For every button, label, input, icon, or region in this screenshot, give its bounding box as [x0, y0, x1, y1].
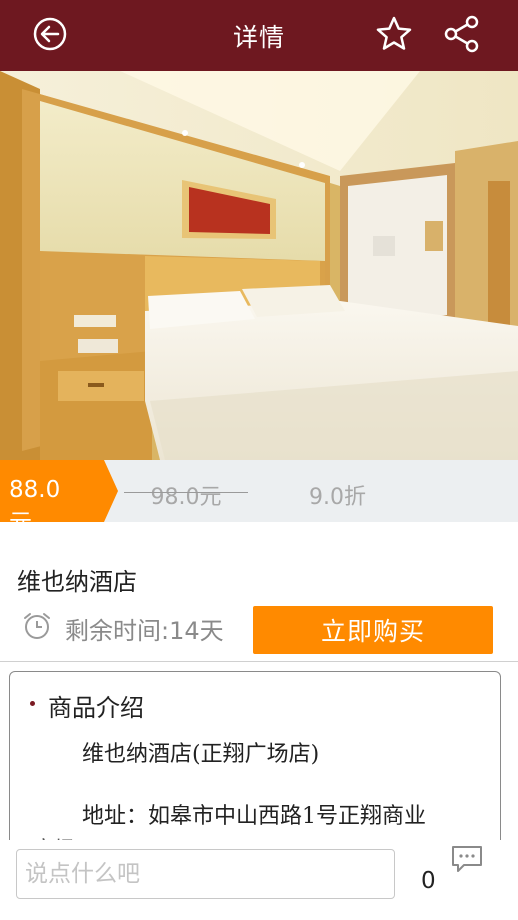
- alarm-clock-icon: [22, 611, 52, 645]
- product-info: 维也纳酒店 剩余时间:14天 立即购买: [0, 522, 518, 662]
- bullet-dot: [30, 701, 35, 706]
- discount-label: 9.0折: [309, 485, 366, 510]
- strikethrough-line: [124, 492, 248, 493]
- hotel-room-photo: [0, 71, 518, 460]
- section-title: 商品介绍: [48, 694, 144, 722]
- original-price: 98.0元: [124, 479, 248, 511]
- description-line: 地址：如皋市中山西路1号正翔商业: [82, 804, 426, 829]
- top-bar: 详情: [0, 0, 518, 71]
- hotel-name: 维也纳酒店: [17, 568, 137, 596]
- price-bar: 88.0元 98.0元 9.0折: [0, 460, 518, 536]
- share-icon[interactable]: [440, 12, 484, 56]
- comment-input[interactable]: [16, 849, 395, 899]
- divider: [0, 661, 518, 662]
- star-icon[interactable]: [372, 12, 416, 56]
- comment-bubble-icon[interactable]: [450, 844, 484, 878]
- remaining-time: 剩余时间:14天: [65, 617, 224, 645]
- original-price-text: 98.0元: [150, 485, 222, 510]
- buy-now-button[interactable]: 立即购买: [253, 606, 493, 654]
- description-line: 维也纳酒店(正翔广场店): [82, 742, 320, 767]
- comment-count: 0: [421, 868, 436, 894]
- comment-bar: 0: [0, 840, 518, 920]
